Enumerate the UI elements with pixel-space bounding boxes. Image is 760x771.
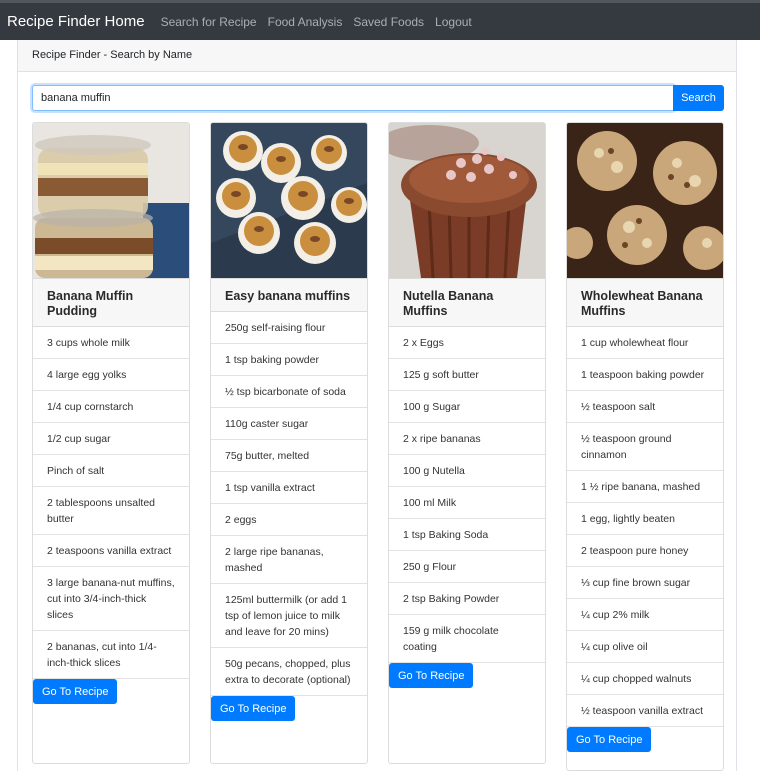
ingredient-item: ½ tsp bicarbonate of soda [211,376,367,408]
ingredient-item: 100 g Sugar [389,391,545,423]
go-to-recipe-button[interactable]: Go To Recipe [567,727,652,752]
ingredient-item: 2 large ripe bananas, mashed [211,536,367,584]
ingredient-item: 100 ml Milk [389,487,545,519]
ingredient-item: 1/4 cup cornstarch [33,391,189,423]
recipe-title: Nutella Banana Muffins [389,278,545,327]
ingredient-item: 1 tsp baking powder [211,344,367,376]
ingredient-item: 2 x ripe bananas [389,423,545,455]
recipe-card: Easy banana muffins 250g self-raising fl… [210,122,368,764]
ingredient-item: 1/2 cup sugar [33,423,189,455]
recipe-image [567,123,723,278]
recipe-image [211,123,367,278]
ingredient-item: 2 teaspoons vanilla extract [33,535,189,567]
ingredient-item: 2 x Eggs [389,327,545,359]
ingredient-item: 250 g Flour [389,551,545,583]
recipe-card: Wholewheat Banana Muffins 1 cup wholewhe… [566,122,724,771]
ingredient-item: ½ teaspoon ground cinnamon [567,423,723,471]
ingredient-item: Pinch of salt [33,455,189,487]
ingredient-item: 1 tsp Baking Soda [389,519,545,551]
ingredient-item: 50g pecans, chopped, plus extra to decor… [211,648,367,696]
ingredient-item: 4 large egg yolks [33,359,189,391]
nav-search-recipe[interactable]: Search for Recipe [161,15,257,29]
go-to-recipe-button[interactable]: Go To Recipe [389,663,474,688]
ingredient-item: 250g self-raising flour [211,312,367,344]
recipe-image [33,123,189,278]
ingredient-item: 3 large banana-nut muffins, cut into 3/4… [33,567,189,631]
brand-link[interactable]: Recipe Finder Home [7,13,145,30]
nav-food-analysis[interactable]: Food Analysis [268,15,343,29]
ingredient-item: 2 bananas, cut into 1/4-inch-thick slice… [33,631,189,679]
ingredient-item: 1 teaspoon baking powder [567,359,723,391]
ingredient-item: 2 tsp Baking Powder [389,583,545,615]
ingredient-item: 1 egg, lightly beaten [567,503,723,535]
ingredient-item: ½ teaspoon salt [567,391,723,423]
ingredient-item: 1 tsp vanilla extract [211,472,367,504]
ingredient-item: 125 g soft butter [389,359,545,391]
ingredient-item: 2 teaspoon pure honey [567,535,723,567]
recipe-card: Nutella Banana Muffins 2 x Eggs 125 g so… [388,122,546,764]
page-title: Recipe Finder - Search by Name [18,40,736,72]
recipe-title: Banana Muffin Pudding [33,278,189,327]
ingredient-item: ½ teaspoon vanilla extract [567,695,723,727]
ingredient-item: 1 cup wholewheat flour [567,327,723,359]
search-input[interactable] [32,85,675,111]
ingredient-item: 3 cups whole milk [33,327,189,359]
go-to-recipe-button[interactable]: Go To Recipe [211,696,296,721]
ingredient-item: ¼ cup chopped walnuts [567,663,723,695]
ingredient-item: 125ml buttermilk (or add 1 tsp of lemon … [211,584,367,648]
recipe-card: Banana Muffin Pudding 3 cups whole milk … [32,122,190,764]
ingredient-item: 159 g milk chocolate coating [389,615,545,663]
ingredient-item: ¼ cup olive oil [567,631,723,663]
ingredient-item: 110g caster sugar [211,408,367,440]
ingredient-item: 2 eggs [211,504,367,536]
ingredient-item: 2 tablespoons unsalted butter [33,487,189,535]
recipe-title: Easy banana muffins [211,278,367,312]
ingredient-item: 1 ½ ripe banana, mashed [567,471,723,503]
main-panel: Recipe Finder - Search by Name Search Ba… [17,40,737,771]
ingredient-item: 100 g Nutella [389,455,545,487]
nav-logout[interactable]: Logout [435,15,472,29]
ingredient-item: 75g butter, melted [211,440,367,472]
go-to-recipe-button[interactable]: Go To Recipe [33,679,118,704]
recipe-title: Wholewheat Banana Muffins [567,278,723,327]
navbar: Recipe Finder Home Search for Recipe Foo… [0,0,760,40]
ingredient-item: ¼ cup 2% milk [567,599,723,631]
ingredient-item: ⅓ cup fine brown sugar [567,567,723,599]
search-button[interactable]: Search [673,85,724,111]
recipe-image [389,123,545,278]
nav-saved-foods[interactable]: Saved Foods [353,15,424,29]
